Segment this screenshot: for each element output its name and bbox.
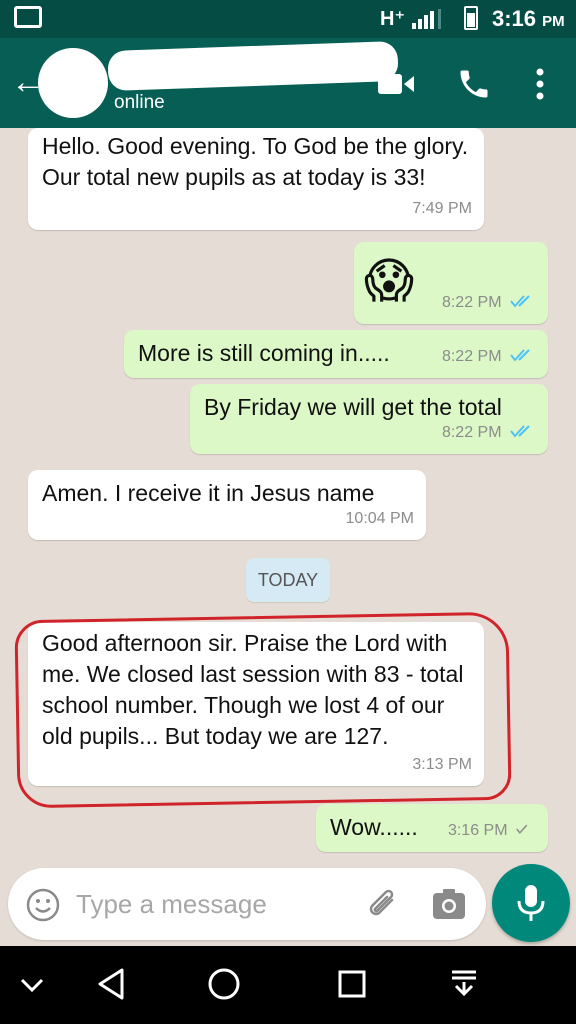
battery-icon	[464, 6, 478, 30]
paperclip-icon[interactable]	[364, 886, 402, 924]
message-time: 7:49 PM	[412, 200, 472, 217]
back-triangle-icon[interactable]	[92, 964, 132, 1004]
clock: 3:16 PM	[492, 6, 565, 31]
contact-status: online	[114, 92, 165, 113]
double-check-icon	[510, 295, 530, 308]
date-divider: TODAY	[246, 558, 330, 602]
chevron-down-icon[interactable]	[12, 964, 52, 1004]
message-meta: 8:22 PM	[442, 341, 536, 372]
check-icon	[516, 824, 528, 835]
message-bubble[interactable]: Hello. Good evening. To God be the glory…	[28, 128, 484, 230]
message-time: 10:04 PM	[345, 510, 414, 527]
phone-icon[interactable]	[456, 66, 492, 102]
double-check-icon	[510, 349, 530, 362]
message-time: 8:22 PM	[441, 348, 502, 365]
contact-avatar[interactable]	[38, 48, 108, 118]
system-navigation-bar	[0, 946, 576, 1024]
scream-emoji: 😱	[364, 255, 415, 308]
more-options-icon[interactable]	[528, 66, 552, 102]
microphone-icon	[517, 885, 545, 921]
message-composer	[8, 868, 486, 940]
home-circle-icon[interactable]	[204, 964, 244, 1004]
message-meta: 8:22 PM	[442, 417, 536, 448]
status-bar: H⁺ 3:16 PM	[0, 0, 576, 38]
message-time: 8:22 PM	[441, 424, 502, 441]
message-time: 3:16 PM	[447, 822, 508, 839]
message-meta: 3:16 PM	[448, 815, 536, 846]
contact-name-redacted[interactable]	[107, 40, 399, 92]
recents-square-icon[interactable]	[332, 964, 372, 1004]
message-bubble[interactable]: Good afternoon sir. Praise the Lord with…	[28, 622, 484, 786]
double-check-icon	[510, 425, 530, 438]
message-bubble[interactable]: By Friday we will get the total 8:22 PM	[190, 384, 548, 454]
message-meta: 8:22 PM	[442, 287, 536, 318]
message-bubble[interactable]: Wow...... 3:16 PM	[316, 804, 548, 852]
video-call-icon[interactable]	[378, 72, 414, 96]
chat-header: ← online	[0, 38, 576, 128]
message-time: 8:22 PM	[441, 294, 502, 311]
message-bubble[interactable]: Amen. I receive it in Jesus name 10:04 P…	[28, 470, 426, 540]
message-text: Hello. Good evening. To God be the glory…	[42, 133, 469, 190]
mail-notification-icon	[14, 6, 42, 28]
message-text: Good afternoon sir. Praise the Lord with…	[42, 630, 464, 749]
signal-icon	[412, 9, 441, 29]
message-time: 3:13 PM	[412, 756, 472, 773]
notification-pulldown-icon[interactable]	[444, 964, 484, 1004]
network-type: H⁺	[380, 8, 405, 30]
emoji-icon[interactable]	[26, 888, 60, 922]
message-bubble[interactable]: More is still coming in..... 8:22 PM	[124, 330, 548, 378]
camera-icon[interactable]	[432, 888, 466, 920]
voice-record-button[interactable]	[492, 864, 570, 942]
message-list[interactable]: Hello. Good evening. To God be the glory…	[0, 128, 576, 858]
message-bubble[interactable]: 😱 8:22 PM	[354, 242, 548, 324]
message-input[interactable]	[76, 882, 346, 926]
